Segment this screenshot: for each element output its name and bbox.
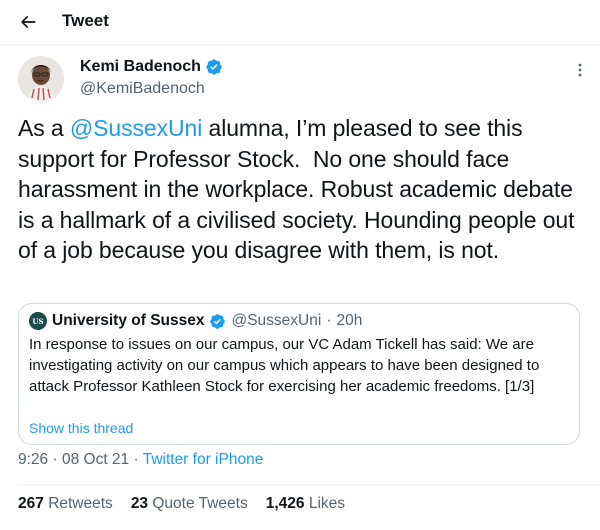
arrow-left-icon	[21, 16, 36, 28]
verified-badge-icon	[206, 59, 222, 75]
likes-count: 1,426	[265, 495, 305, 512]
show-thread-link[interactable]: Show this thread	[29, 420, 133, 436]
quoted-author-avatar[interactable]: US	[29, 312, 47, 330]
engagement-stats: 267 Retweets 23 Quote Tweets 1,426 Likes	[18, 495, 345, 513]
quote-tweets-count: 23	[130, 495, 149, 512]
author-name-row[interactable]: Kemi Badenoch	[80, 58, 223, 76]
retweets-label: Retweets	[48, 495, 113, 512]
more-options-button[interactable]	[570, 62, 590, 78]
quoted-tweet-header: US University of Sussex @SussexUni · 20h	[29, 312, 362, 330]
source-separator: ·	[133, 451, 139, 468]
more-dots-icon	[578, 63, 582, 77]
divider	[18, 484, 600, 485]
tweet-text: As a @SussexUni alumna, I’m pleased to s…	[18, 113, 588, 266]
author-avatar[interactable]	[18, 56, 64, 102]
likes-label: Likes	[308, 495, 346, 512]
back-button[interactable]	[14, 8, 42, 36]
quoted-tweet-text: In response to issues on our campus, our…	[29, 336, 540, 395]
tweet-timestamp: 9:26 · 08 Oct 21 · Twitter for iPhone	[18, 451, 263, 469]
avatar-image	[18, 56, 64, 102]
author-display-name[interactable]: Kemi Badenoch	[80, 58, 201, 76]
quoted-tweet-card[interactable]: US University of Sussex @SussexUni · 20h…	[18, 303, 580, 445]
retweets-stat[interactable]: 267 Retweets	[18, 495, 113, 513]
quoted-time[interactable]: 20h	[336, 312, 362, 330]
tweet-date[interactable]: 08 Oct 21	[62, 451, 129, 468]
likes-stat[interactable]: 1,426 Likes	[266, 495, 345, 513]
quoted-author-handle[interactable]: @SussexUni	[231, 312, 321, 330]
retweets-count: 267	[18, 495, 44, 512]
quote-tweets-label: Quote Tweets	[152, 495, 248, 512]
quote-tweets-stat[interactable]: 23 Quote Tweets	[131, 495, 248, 513]
quoted-author-name[interactable]: University of Sussex	[52, 312, 204, 330]
tweet-text-prefix: As a	[18, 115, 70, 141]
tweet-source-link[interactable]: Twitter for iPhone	[143, 451, 264, 468]
timestamp-separator: ·	[52, 451, 58, 468]
verified-badge-icon	[210, 313, 226, 329]
author-handle[interactable]: @KemiBadenoch	[80, 80, 205, 98]
top-bar: Tweet	[0, 0, 600, 45]
quoted-separator: ·	[326, 312, 332, 329]
mention-link[interactable]: @SussexUni	[70, 115, 202, 141]
page-title: Tweet	[62, 11, 109, 30]
tweet-time[interactable]: 9:26	[18, 451, 48, 468]
